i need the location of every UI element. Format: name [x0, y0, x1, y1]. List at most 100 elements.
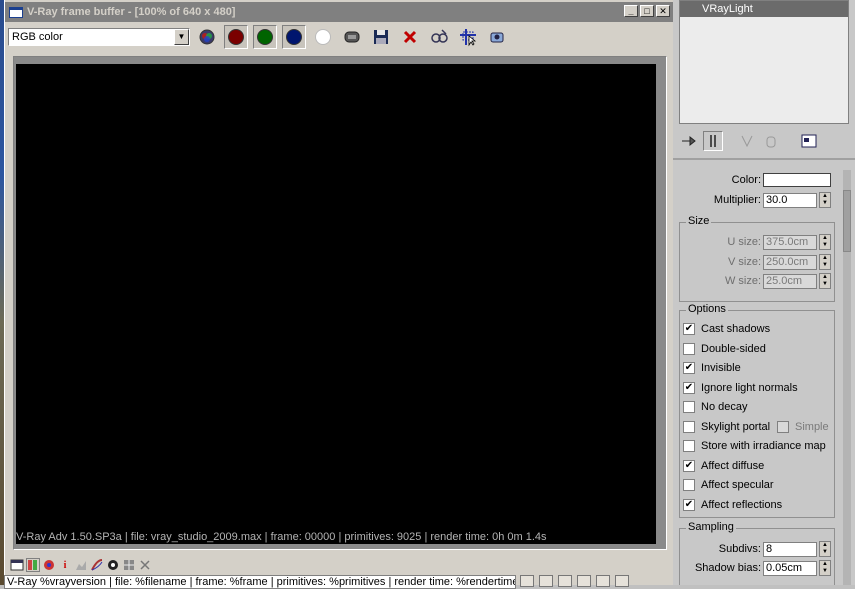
make-unique-icon[interactable]	[737, 131, 757, 151]
stamp-settings-icon[interactable]	[615, 575, 629, 587]
subdivs-spinner[interactable]: ▲ ▼	[819, 541, 831, 557]
save-icon	[374, 30, 388, 44]
show-end-result-icon[interactable]	[703, 131, 723, 151]
vfb-toolbar: RGB color ▼	[5, 23, 673, 51]
remove-modifier-icon[interactable]	[761, 131, 781, 151]
skylight-portal-checkbox[interactable]: Skylight portal	[683, 419, 770, 435]
title-bar[interactable]: V-Ray frame buffer - [100% of 640 x 480]…	[5, 2, 673, 22]
track-mouse-icon	[431, 29, 448, 43]
toggle-stamp-icon[interactable]	[10, 558, 24, 572]
modifier-stack-list[interactable]: VRayLight	[679, 0, 849, 124]
clear-x-icon	[403, 30, 417, 44]
modifier-stack-toolbar	[679, 128, 849, 154]
affect-specular-label: Affect specular	[701, 479, 774, 491]
font-button[interactable]	[520, 575, 534, 587]
v-size-spinner[interactable]: ▲ ▼	[819, 254, 831, 270]
affect-reflections-label: Affect reflections	[701, 499, 783, 511]
store-irradiance-label: Store with irradiance map	[701, 440, 826, 452]
green-channel-icon	[257, 29, 273, 45]
cast-shadows-label: Cast shadows	[701, 323, 771, 335]
color-corrections-icon[interactable]	[26, 558, 40, 572]
panel-scrollbar-thumb[interactable]	[843, 190, 851, 252]
no-decay-checkbox[interactable]: No decay	[683, 399, 747, 415]
light-color-swatch[interactable]	[763, 173, 831, 187]
multiplier-spinner[interactable]: ▲ ▼	[819, 192, 831, 208]
u-size-spinner[interactable]: ▲ ▼	[819, 234, 831, 250]
multiplier-input[interactable]: 30.0	[763, 192, 817, 208]
view-alpha-channel-button[interactable]	[311, 25, 335, 49]
pin-stack-icon[interactable]	[679, 131, 699, 151]
check-icon: ✔	[683, 323, 695, 335]
red-channel-icon	[228, 29, 244, 45]
save-image-button[interactable]	[369, 25, 393, 49]
checkbox-empty	[777, 421, 789, 433]
affect-diffuse-checkbox[interactable]: ✔ Affect diffuse	[683, 458, 764, 474]
affect-reflections-checkbox[interactable]: ✔ Affect reflections	[683, 497, 782, 513]
double-sided-checkbox[interactable]: Double-sided	[683, 341, 766, 357]
subdivs-input[interactable]: 8	[763, 541, 817, 557]
view-red-channel-button[interactable]	[224, 25, 248, 49]
simple-checkbox[interactable]: Simple	[777, 419, 829, 435]
render-last-button[interactable]	[485, 25, 509, 49]
v-size-label: V size:	[727, 256, 761, 268]
clear-image-button[interactable]	[398, 25, 422, 49]
checkbox-empty	[683, 440, 695, 452]
region-render-icon	[460, 29, 477, 47]
invisible-checkbox[interactable]: ✔ Invisible	[683, 360, 741, 376]
shadow-bias-row: Shadow bias: 0.05cm ▲ ▼	[677, 559, 841, 577]
checkbox-empty	[683, 479, 695, 491]
levels-icon[interactable]	[74, 558, 88, 572]
affect-specular-checkbox[interactable]: Affect specular	[683, 477, 774, 493]
v-size-row: V size: 250.0cm ▲ ▼	[677, 253, 841, 271]
view-green-channel-button[interactable]	[253, 25, 277, 49]
stamp-position-icon[interactable]	[596, 575, 610, 587]
ignore-light-normals-checkbox[interactable]: ✔ Ignore light normals	[683, 380, 798, 396]
monochrome-button[interactable]	[340, 25, 364, 49]
u-size-row: U size: 375.0cm ▲ ▼	[677, 233, 841, 251]
render-image[interactable]	[16, 64, 656, 544]
store-irradiance-checkbox[interactable]: Store with irradiance map	[683, 438, 826, 454]
region-render-button[interactable]	[456, 25, 480, 49]
check-icon: ✔	[683, 460, 695, 472]
channel-dropdown[interactable]: RGB color ▼	[8, 28, 190, 46]
track-mouse-button[interactable]	[427, 25, 451, 49]
shadow-bias-input[interactable]: 0.05cm	[763, 560, 817, 576]
view-blue-channel-button[interactable]	[282, 25, 306, 49]
multiplier-row: Multiplier: 30.0 ▲ ▼	[677, 191, 841, 209]
chevron-down-icon[interactable]: ▼	[174, 29, 189, 45]
w-size-spinner[interactable]: ▲ ▼	[819, 273, 831, 289]
v-size-input[interactable]: 250.0cm	[763, 254, 817, 270]
cast-shadows-checkbox[interactable]: ✔ Cast shadows	[683, 321, 770, 337]
window-title: V-Ray frame buffer - [100% of 640 x 480]	[27, 6, 236, 18]
align-right-icon[interactable]	[577, 575, 591, 587]
teapot-icon	[490, 32, 504, 43]
exposure-icon[interactable]	[106, 558, 120, 572]
align-center-icon[interactable]	[558, 575, 572, 587]
invisible-label: Invisible	[701, 362, 741, 374]
lut-icon[interactable]	[122, 558, 136, 572]
panel-divider	[673, 158, 855, 160]
simple-label: Simple	[795, 421, 829, 433]
history-icon[interactable]	[138, 558, 152, 572]
w-size-row: W size: 25.0cm ▲ ▼	[677, 272, 841, 290]
options-group-title: Options	[686, 303, 728, 315]
maximize-button[interactable]: □	[640, 5, 654, 17]
command-panel: VRayLight Color: Multiplier: 30.0 ▲ ▼ Si…	[673, 0, 855, 585]
check-icon: ✔	[683, 362, 695, 374]
check-icon: ✔	[683, 382, 695, 394]
checkbox-empty	[683, 421, 695, 433]
info-icon[interactable]: i	[58, 558, 72, 572]
w-size-input[interactable]: 25.0cm	[763, 273, 817, 289]
align-left-icon[interactable]	[539, 575, 553, 587]
curve-icon[interactable]	[90, 558, 104, 572]
pixel-info-icon[interactable]	[42, 558, 56, 572]
u-size-input[interactable]: 375.0cm	[763, 234, 817, 250]
shadow-bias-spinner[interactable]: ▲ ▼	[819, 560, 831, 576]
modifier-stack-selected-item[interactable]: VRayLight	[680, 1, 848, 17]
multiplier-label: Multiplier:	[713, 194, 761, 206]
minimize-button[interactable]: _	[624, 5, 638, 17]
stamp-template-input[interactable]: V-Ray %vrayversion | file: %filename | f…	[4, 575, 516, 589]
close-button[interactable]: ✕	[656, 5, 670, 17]
switch-to-rgb-button[interactable]	[195, 25, 219, 49]
configure-modifier-sets-icon[interactable]	[799, 131, 819, 151]
